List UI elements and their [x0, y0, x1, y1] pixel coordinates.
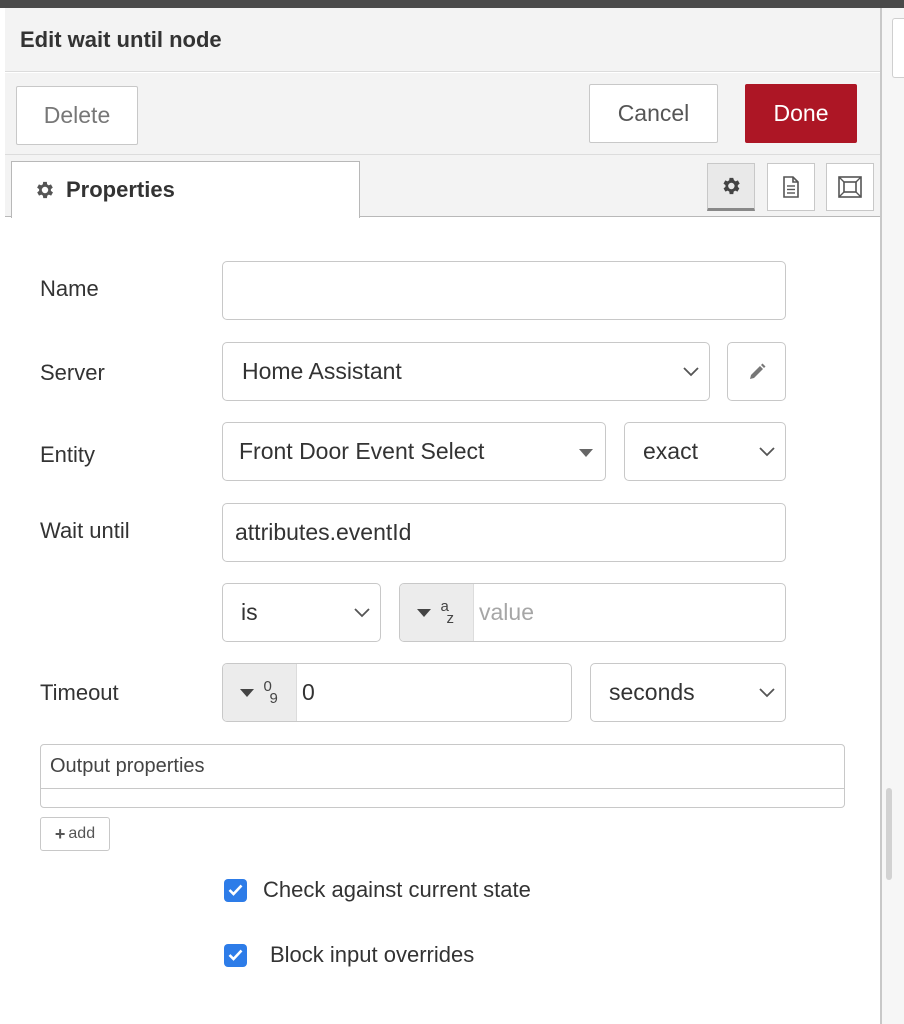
name-input[interactable] [222, 261, 786, 320]
wait-until-property-input[interactable]: attributes.eventId [222, 503, 786, 562]
block-input-overrides-row: Block input overrides [224, 942, 474, 968]
caret-down-icon [416, 608, 431, 617]
workspace-edge [882, 8, 904, 1024]
block-input-overrides-label: Block input overrides [270, 942, 475, 967]
tab-properties[interactable]: Properties [11, 161, 360, 218]
plus-icon: + [54, 823, 66, 844]
tray-title: Edit wait until node [20, 27, 222, 52]
chevron-down-icon [759, 687, 775, 697]
entity-label: Entity [40, 442, 96, 467]
output-properties-header: Output properties [41, 745, 844, 789]
add-label: add [68, 825, 96, 842]
pencil-icon [749, 363, 765, 379]
server-select[interactable]: Home Assistant [222, 342, 710, 401]
entity-match-select[interactable]: exact [624, 422, 786, 481]
check-current-state-row: Check against current state [224, 877, 531, 903]
server-label: Server [40, 360, 105, 385]
tab-node-properties-button[interactable] [707, 163, 755, 211]
checkmark-icon [228, 884, 243, 896]
delete-button[interactable]: Delete [16, 86, 138, 145]
edit-server-button[interactable] [727, 342, 786, 401]
comparator-select[interactable]: is [222, 583, 381, 642]
tab-appearance-button[interactable] [826, 163, 874, 211]
frame-icon [838, 176, 862, 198]
block-input-overrides-checkbox[interactable] [224, 943, 247, 967]
caret-down-icon [239, 688, 254, 697]
entity-autocomplete[interactable]: Front Door Event Select [222, 422, 606, 481]
gear-icon [723, 177, 740, 195]
timeout-units-value: seconds [609, 679, 695, 705]
timeout-units-select[interactable]: seconds [590, 663, 786, 722]
gear-icon [37, 181, 53, 199]
value-type-selector[interactable]: a z [400, 584, 474, 641]
value-placeholder: value [479, 599, 534, 625]
workspace-tab-edge [892, 18, 904, 78]
server-value: Home Assistant [242, 358, 402, 384]
tray-toolbar: Delete Cancel Done [5, 73, 880, 155]
done-button[interactable]: Done [745, 84, 857, 143]
tab-properties-label: Properties [66, 177, 175, 202]
chevron-down-icon [759, 446, 775, 456]
name-label: Name [40, 276, 99, 301]
timeout-value: 0 [302, 679, 315, 705]
timeout-label: Timeout [40, 680, 119, 705]
number-type-icon: 0 9 [263, 677, 278, 707]
wait-until-label: Wait until [40, 518, 130, 543]
tab-description-button[interactable] [767, 163, 815, 211]
chevron-down-icon [354, 607, 370, 617]
wait-until-value-typed-input[interactable]: a z value [399, 583, 786, 642]
window-top-bar [0, 0, 904, 8]
check-current-state-checkbox[interactable] [224, 878, 247, 902]
dropdown-triangle-icon [579, 448, 593, 457]
timeout-type-selector[interactable]: 0 9 [223, 664, 297, 721]
tab-bar: Properties [5, 155, 880, 218]
add-output-property-button[interactable]: + add [40, 817, 110, 851]
checkmark-icon [228, 949, 243, 961]
scrollbar-thumb[interactable] [886, 788, 892, 880]
string-type-icon: a z [440, 597, 455, 627]
wait-until-property-value: attributes.eventId [235, 519, 412, 545]
edit-tray: Edit wait until node Delete Cancel Done … [5, 8, 880, 1024]
entity-value: Front Door Event Select [239, 438, 485, 464]
check-current-state-label: Check against current state [263, 877, 531, 902]
cancel-button[interactable]: Cancel [589, 84, 718, 143]
entity-match-value: exact [643, 438, 698, 464]
output-properties-list: Output properties [40, 744, 845, 808]
timeout-typed-input[interactable]: 0 9 0 [222, 663, 572, 722]
document-icon [783, 176, 799, 198]
tray-header: Edit wait until node [5, 8, 880, 72]
chevron-down-icon [683, 366, 699, 376]
comparator-value: is [241, 599, 258, 625]
